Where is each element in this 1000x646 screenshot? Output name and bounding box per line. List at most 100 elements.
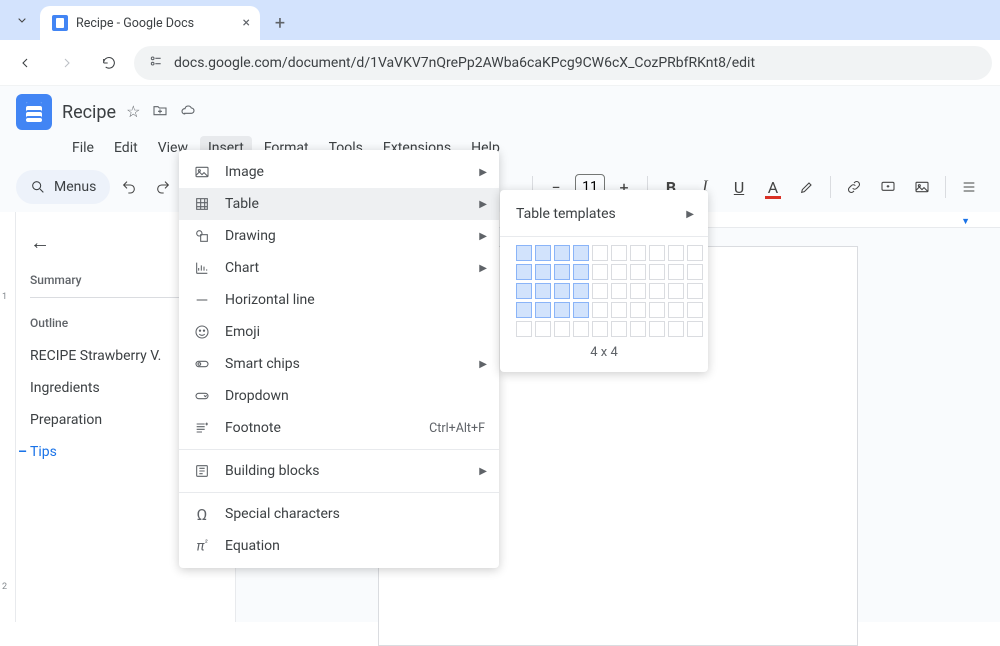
grid-cell[interactable] [611, 283, 627, 299]
grid-cell[interactable] [649, 302, 665, 318]
grid-cell[interactable] [668, 264, 684, 280]
tab-list-button[interactable] [8, 6, 36, 34]
grid-cell[interactable] [554, 321, 570, 337]
close-icon[interactable]: × [243, 15, 250, 31]
chips-icon [193, 355, 211, 373]
insert-dropdown[interactable]: Dropdown [179, 380, 499, 412]
grid-cell[interactable] [554, 245, 570, 261]
grid-cell[interactable] [516, 283, 532, 299]
footnote-icon [193, 419, 211, 437]
grid-cell[interactable] [611, 245, 627, 261]
grid-cell[interactable] [611, 264, 627, 280]
grid-cell[interactable] [649, 264, 665, 280]
highlight-button[interactable] [792, 172, 822, 202]
insert-building-blocks[interactable]: Building blocks▶ [179, 455, 499, 487]
grid-cell[interactable] [592, 264, 608, 280]
grid-cell[interactable] [554, 264, 570, 280]
grid-cell[interactable] [668, 302, 684, 318]
insert-image[interactable]: Image▶ [179, 156, 499, 188]
grid-cell[interactable] [573, 302, 589, 318]
grid-cell[interactable] [516, 245, 532, 261]
margin-marker-icon[interactable]: ▼ [961, 216, 970, 227]
insert-footnote[interactable]: FootnoteCtrl+Alt+F [179, 412, 499, 444]
insert-smart-chips[interactable]: Smart chips▶ [179, 348, 499, 380]
grid-cell[interactable] [630, 302, 646, 318]
insert-drawing[interactable]: Drawing▶ [179, 220, 499, 252]
grid-cell[interactable] [630, 283, 646, 299]
grid-cell[interactable] [668, 321, 684, 337]
new-tab-button[interactable]: + [266, 9, 294, 37]
document-title[interactable]: Recipe [62, 102, 116, 123]
grid-cell[interactable] [687, 283, 703, 299]
grid-cell[interactable] [630, 321, 646, 337]
grid-cell[interactable] [535, 302, 551, 318]
grid-cell[interactable] [687, 245, 703, 261]
address-bar[interactable]: docs.google.com/document/d/1VaVKV7nQrePp… [134, 46, 992, 80]
grid-cell[interactable] [535, 245, 551, 261]
docs-logo[interactable] [16, 94, 52, 130]
grid-cell[interactable] [573, 264, 589, 280]
insert-special-characters[interactable]: ΩSpecial characters [179, 498, 499, 530]
grid-cell[interactable] [611, 302, 627, 318]
grid-cell[interactable] [649, 245, 665, 261]
undo-button[interactable] [114, 172, 144, 202]
comment-button[interactable] [873, 172, 903, 202]
grid-cell[interactable] [592, 283, 608, 299]
insert-equation[interactable]: π²Equation [179, 530, 499, 562]
reload-button[interactable] [92, 46, 126, 80]
grid-cell[interactable] [516, 264, 532, 280]
chevron-right-icon: ▶ [479, 466, 487, 477]
grid-cell[interactable] [535, 264, 551, 280]
grid-cell[interactable] [535, 321, 551, 337]
cloud-icon[interactable] [180, 102, 196, 122]
chevron-right-icon: ▶ [479, 359, 487, 370]
grid-cell[interactable] [535, 283, 551, 299]
insert-table[interactable]: Table▶ [179, 188, 499, 220]
grid-cell[interactable] [649, 283, 665, 299]
redo-button[interactable] [148, 172, 178, 202]
grid-cell[interactable] [516, 321, 532, 337]
table-templates-item[interactable]: Table templates ▶ [500, 200, 708, 228]
grid-cell[interactable] [687, 264, 703, 280]
text-color-button[interactable]: A [758, 172, 788, 202]
grid-cell[interactable] [554, 302, 570, 318]
table-submenu: Table templates ▶ 4 x 4 [500, 190, 708, 372]
image-icon [193, 163, 211, 181]
grid-cell[interactable] [592, 245, 608, 261]
vertical-ruler: 1 2 [0, 212, 16, 622]
grid-cell[interactable] [687, 321, 703, 337]
grid-cell[interactable] [516, 302, 532, 318]
grid-cell[interactable] [592, 321, 608, 337]
menus-search[interactable]: Menus [16, 170, 110, 204]
grid-cell[interactable] [630, 264, 646, 280]
image-button[interactable] [907, 172, 937, 202]
menu-edit[interactable]: Edit [106, 136, 146, 160]
grid-cell[interactable] [573, 321, 589, 337]
grid-cell[interactable] [649, 321, 665, 337]
site-info-icon[interactable] [148, 53, 164, 73]
grid-cell[interactable] [668, 245, 684, 261]
forward-button [50, 46, 84, 80]
chevron-right-icon: ▶ [686, 209, 694, 220]
insert-emoji[interactable]: Emoji [179, 316, 499, 348]
move-icon[interactable] [152, 102, 168, 122]
link-button[interactable] [839, 172, 869, 202]
align-button[interactable] [954, 172, 984, 202]
grid-cell[interactable] [668, 283, 684, 299]
grid-cell[interactable] [573, 245, 589, 261]
insert-chart[interactable]: Chart▶ [179, 252, 499, 284]
browser-tab[interactable]: Recipe - Google Docs × [40, 6, 260, 40]
grid-cell[interactable] [611, 321, 627, 337]
star-icon[interactable]: ☆ [126, 102, 140, 122]
insert-horizontal-line[interactable]: Horizontal line [179, 284, 499, 316]
underline-button[interactable]: U [724, 172, 754, 202]
grid-cell[interactable] [554, 283, 570, 299]
table-size-grid[interactable] [500, 245, 708, 337]
grid-cell[interactable] [630, 245, 646, 261]
grid-cell[interactable] [687, 302, 703, 318]
menu-file[interactable]: File [64, 136, 102, 160]
url-text: docs.google.com/document/d/1VaVKV7nQrePp… [174, 55, 755, 71]
grid-cell[interactable] [592, 302, 608, 318]
back-button[interactable] [8, 46, 42, 80]
grid-cell[interactable] [573, 283, 589, 299]
